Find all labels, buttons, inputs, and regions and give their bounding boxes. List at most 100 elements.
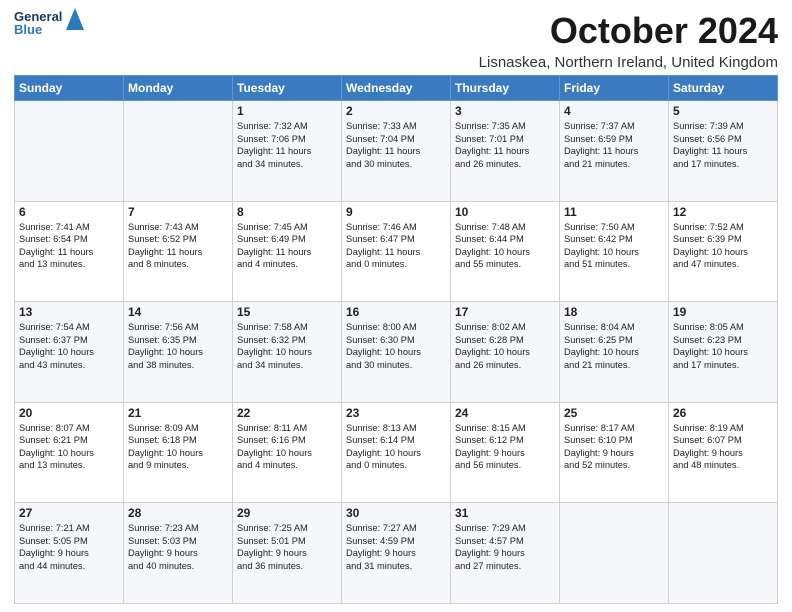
day-content: Sunrise: 7:52 AM Sunset: 6:39 PM Dayligh…	[673, 221, 773, 271]
day-number: 13	[19, 305, 119, 319]
logo: General Blue	[14, 10, 84, 36]
day-content: Sunrise: 7:39 AM Sunset: 6:56 PM Dayligh…	[673, 120, 773, 170]
day-number: 11	[564, 205, 664, 219]
calendar-cell: 11 Sunrise: 7:50 AM Sunset: 6:42 PM Dayli…	[560, 201, 669, 302]
calendar-cell: 24 Sunrise: 8:15 AM Sunset: 6:12 PM Dayli…	[451, 402, 560, 503]
day-content: Sunrise: 8:17 AM Sunset: 6:10 PM Dayligh…	[564, 422, 664, 472]
location: Lisnaskea, Northern Ireland, United King…	[479, 54, 778, 71]
day-number: 27	[19, 506, 119, 520]
month-title: October 2024	[479, 10, 778, 52]
day-number: 12	[673, 205, 773, 219]
day-number: 4	[564, 104, 664, 118]
calendar-table: SundayMondayTuesdayWednesdayThursdayFrid…	[14, 75, 778, 604]
calendar-week-row: 13 Sunrise: 7:54 AM Sunset: 6:37 PM Dayli…	[15, 302, 778, 403]
header: General Blue October 2024 Lisnaskea, Nor…	[14, 10, 778, 71]
logo-line2: Blue	[14, 23, 62, 36]
calendar-cell	[669, 503, 778, 604]
calendar-cell: 17 Sunrise: 8:02 AM Sunset: 6:28 PM Dayli…	[451, 302, 560, 403]
calendar-cell: 18Sunrise: 8:04 AM Sunset: 6:25 PM Dayli…	[560, 302, 669, 403]
calendar-cell: 7 Sunrise: 7:43 AM Sunset: 6:52 PM Daylig…	[124, 201, 233, 302]
day-number: 5	[673, 104, 773, 118]
calendar-cell: 21 Sunrise: 8:09 AM Sunset: 6:18 PM Dayli…	[124, 402, 233, 503]
day-content: Sunrise: 8:02 AM Sunset: 6:28 PM Dayligh…	[455, 321, 555, 371]
day-number: 3	[455, 104, 555, 118]
day-content: Sunrise: 7:29 AM Sunset: 4:57 PM Dayligh…	[455, 522, 555, 572]
day-number: 15	[237, 305, 337, 319]
day-number: 31	[455, 506, 555, 520]
day-header-sunday: Sunday	[15, 76, 124, 101]
day-content: Sunrise: 7:41 AM Sunset: 6:54 PM Dayligh…	[19, 221, 119, 271]
calendar-cell: 4 Sunrise: 7:37 AM Sunset: 6:59 PM Daylig…	[560, 101, 669, 202]
calendar-cell: 29Sunrise: 7:25 AM Sunset: 5:01 PM Dayli…	[233, 503, 342, 604]
day-number: 21	[128, 406, 228, 420]
calendar-cell: 9 Sunrise: 7:46 AM Sunset: 6:47 PM Daylig…	[342, 201, 451, 302]
calendar-cell: 5 Sunrise: 7:39 AM Sunset: 6:56 PM Daylig…	[669, 101, 778, 202]
calendar-cell: 26 Sunrise: 8:19 AM Sunset: 6:07 PM Dayli…	[669, 402, 778, 503]
calendar-cell: 2Sunrise: 7:33 AM Sunset: 7:04 PM Daylig…	[342, 101, 451, 202]
calendar-cell: 1Sunrise: 7:32 AM Sunset: 7:06 PM Daylig…	[233, 101, 342, 202]
calendar-cell: 14 Sunrise: 7:56 AM Sunset: 6:35 PM Dayli…	[124, 302, 233, 403]
calendar-week-row: 20Sunrise: 8:07 AM Sunset: 6:21 PM Dayli…	[15, 402, 778, 503]
day-number: 7	[128, 205, 228, 219]
day-number: 30	[346, 506, 446, 520]
day-number: 23	[346, 406, 446, 420]
day-content: Sunrise: 7:37 AM Sunset: 6:59 PM Dayligh…	[564, 120, 664, 170]
calendar-cell: 23 Sunrise: 8:13 AM Sunset: 6:14 PM Dayli…	[342, 402, 451, 503]
calendar-cell	[15, 101, 124, 202]
day-content: Sunrise: 8:09 AM Sunset: 6:18 PM Dayligh…	[128, 422, 228, 472]
day-content: Sunrise: 7:46 AM Sunset: 6:47 PM Dayligh…	[346, 221, 446, 271]
day-content: Sunrise: 8:04 AM Sunset: 6:25 PM Dayligh…	[564, 321, 664, 371]
day-number: 24	[455, 406, 555, 420]
calendar-cell: 20Sunrise: 8:07 AM Sunset: 6:21 PM Dayli…	[15, 402, 124, 503]
day-header-tuesday: Tuesday	[233, 76, 342, 101]
day-content: Sunrise: 7:45 AM Sunset: 6:49 PM Dayligh…	[237, 221, 337, 271]
day-content: Sunrise: 7:54 AM Sunset: 6:37 PM Dayligh…	[19, 321, 119, 371]
calendar-cell: 19Sunrise: 8:05 AM Sunset: 6:23 PM Dayli…	[669, 302, 778, 403]
day-content: Sunrise: 7:50 AM Sunset: 6:42 PM Dayligh…	[564, 221, 664, 271]
day-content: Sunrise: 7:27 AM Sunset: 4:59 PM Dayligh…	[346, 522, 446, 572]
day-number: 26	[673, 406, 773, 420]
day-number: 20	[19, 406, 119, 420]
day-header-monday: Monday	[124, 76, 233, 101]
day-number: 17	[455, 305, 555, 319]
calendar-week-row: 6 Sunrise: 7:41 AM Sunset: 6:54 PM Daylig…	[15, 201, 778, 302]
day-header-wednesday: Wednesday	[342, 76, 451, 101]
day-number: 6	[19, 205, 119, 219]
day-number: 14	[128, 305, 228, 319]
title-block: October 2024 Lisnaskea, Northern Ireland…	[479, 10, 778, 71]
calendar-cell: 30 Sunrise: 7:27 AM Sunset: 4:59 PM Dayli…	[342, 503, 451, 604]
logo-icon	[66, 8, 84, 30]
day-content: Sunrise: 7:56 AM Sunset: 6:35 PM Dayligh…	[128, 321, 228, 371]
day-number: 2	[346, 104, 446, 118]
day-content: Sunrise: 7:23 AM Sunset: 5:03 PM Dayligh…	[128, 522, 228, 572]
day-content: Sunrise: 8:13 AM Sunset: 6:14 PM Dayligh…	[346, 422, 446, 472]
day-number: 1	[237, 104, 337, 118]
day-content: Sunrise: 8:15 AM Sunset: 6:12 PM Dayligh…	[455, 422, 555, 472]
day-content: Sunrise: 7:35 AM Sunset: 7:01 PM Dayligh…	[455, 120, 555, 170]
day-content: Sunrise: 8:00 AM Sunset: 6:30 PM Dayligh…	[346, 321, 446, 371]
calendar-cell: 13 Sunrise: 7:54 AM Sunset: 6:37 PM Dayli…	[15, 302, 124, 403]
day-header-thursday: Thursday	[451, 76, 560, 101]
calendar-cell: 28 Sunrise: 7:23 AM Sunset: 5:03 PM Dayli…	[124, 503, 233, 604]
calendar-cell: 22Sunrise: 8:11 AM Sunset: 6:16 PM Dayli…	[233, 402, 342, 503]
calendar-cell: 6 Sunrise: 7:41 AM Sunset: 6:54 PM Daylig…	[15, 201, 124, 302]
calendar-cell: 3 Sunrise: 7:35 AM Sunset: 7:01 PM Daylig…	[451, 101, 560, 202]
calendar-cell: 25Sunrise: 8:17 AM Sunset: 6:10 PM Dayli…	[560, 402, 669, 503]
calendar-cell: 16Sunrise: 8:00 AM Sunset: 6:30 PM Dayli…	[342, 302, 451, 403]
day-number: 9	[346, 205, 446, 219]
day-header-friday: Friday	[560, 76, 669, 101]
day-content: Sunrise: 7:25 AM Sunset: 5:01 PM Dayligh…	[237, 522, 337, 572]
calendar-cell: 12 Sunrise: 7:52 AM Sunset: 6:39 PM Dayli…	[669, 201, 778, 302]
day-content: Sunrise: 7:43 AM Sunset: 6:52 PM Dayligh…	[128, 221, 228, 271]
calendar-cell	[560, 503, 669, 604]
calendar-cell: 10Sunrise: 7:48 AM Sunset: 6:44 PM Dayli…	[451, 201, 560, 302]
calendar-cell: 31 Sunrise: 7:29 AM Sunset: 4:57 PM Dayli…	[451, 503, 560, 604]
calendar-week-row: 1Sunrise: 7:32 AM Sunset: 7:06 PM Daylig…	[15, 101, 778, 202]
day-number: 28	[128, 506, 228, 520]
calendar-cell: 15Sunrise: 7:58 AM Sunset: 6:32 PM Dayli…	[233, 302, 342, 403]
day-content: Sunrise: 8:19 AM Sunset: 6:07 PM Dayligh…	[673, 422, 773, 472]
day-number: 19	[673, 305, 773, 319]
calendar-cell: 8Sunrise: 7:45 AM Sunset: 6:49 PM Daylig…	[233, 201, 342, 302]
calendar-cell: 27Sunrise: 7:21 AM Sunset: 5:05 PM Dayli…	[15, 503, 124, 604]
day-number: 22	[237, 406, 337, 420]
